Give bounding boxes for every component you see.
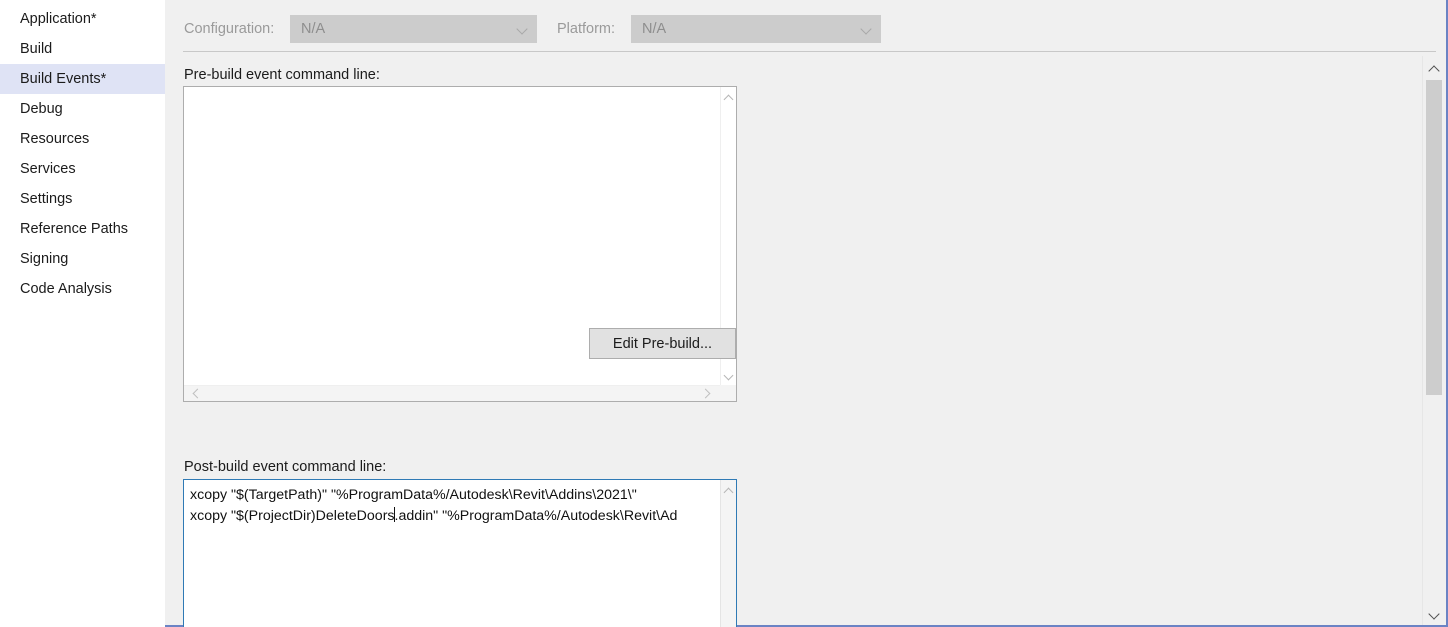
sidebar-item-label: Services xyxy=(20,161,76,177)
sidebar-item-signing[interactable]: Signing xyxy=(0,244,165,274)
page-scroll-up-button[interactable] xyxy=(1423,56,1445,80)
project-properties-window: Application* Build Build Events* Debug R… xyxy=(0,0,1448,627)
sidebar-item-build-events[interactable]: Build Events* xyxy=(0,64,176,94)
sidebar-item-debug[interactable]: Debug xyxy=(0,94,165,124)
chevron-up-icon xyxy=(1430,65,1439,74)
page-scroll-thumb[interactable] xyxy=(1426,80,1442,395)
scroll-left-button[interactable] xyxy=(188,386,204,402)
scroll-down-button[interactable] xyxy=(721,367,737,383)
sidebar-item-label: Signing xyxy=(20,251,69,267)
configuration-value: N/A xyxy=(301,21,326,37)
postbuild-line-1: xcopy "$(TargetPath)" "%ProgramData%/Aut… xyxy=(190,487,637,503)
prebuild-label: Pre-build event command line: xyxy=(184,67,380,83)
sidebar-item-label: Debug xyxy=(20,101,63,117)
sidebar-item-label: Build xyxy=(20,41,53,57)
sidebar-item-application[interactable]: Application* xyxy=(0,4,165,34)
postbuild-textarea[interactable]: xcopy "$(TargetPath)" "%ProgramData%/Aut… xyxy=(183,479,737,627)
build-events-panel: Configuration: N/A Platform: N/A Pre-bui… xyxy=(165,0,1446,627)
sidebar-item-resources[interactable]: Resources xyxy=(0,124,165,154)
chevron-down-icon xyxy=(518,25,527,34)
postbuild-line-2-after-caret: .addin" "%ProgramData%/Autodesk\Revit\Ad xyxy=(394,507,678,524)
scroll-right-button[interactable] xyxy=(698,386,714,402)
scrollbar-corner xyxy=(720,385,736,401)
chevron-right-icon xyxy=(703,390,710,397)
postbuild-line-2-before-caret: xcopy "$(ProjectDir)DeleteDoors xyxy=(190,507,395,524)
chevron-down-icon xyxy=(725,372,732,379)
configuration-label: Configuration: xyxy=(184,21,275,37)
chevron-down-icon xyxy=(862,25,871,34)
sidebar-item-services[interactable]: Services xyxy=(0,154,165,184)
platform-select[interactable]: N/A xyxy=(631,15,881,43)
platform-value: N/A xyxy=(642,21,667,37)
scroll-up-button[interactable] xyxy=(721,89,737,105)
prebuild-horizontal-scrollbar[interactable] xyxy=(184,385,720,401)
platform-label: Platform: xyxy=(557,21,616,37)
edit-prebuild-button[interactable]: Edit Pre-build... xyxy=(589,328,736,359)
toolbar-separator xyxy=(183,51,1436,52)
configuration-toolbar: Configuration: N/A Platform: N/A xyxy=(165,0,1446,52)
postbuild-vertical-scrollbar[interactable] xyxy=(720,480,736,627)
scroll-up-button[interactable] xyxy=(721,482,737,498)
configuration-select[interactable]: N/A xyxy=(290,15,537,43)
sidebar-item-build[interactable]: Build xyxy=(0,34,165,64)
sidebar-item-label: Reference Paths xyxy=(20,221,129,237)
sidebar-item-label: Code Analysis xyxy=(20,281,112,297)
chevron-left-icon xyxy=(193,390,200,397)
sidebar-item-label: Build Events* xyxy=(20,71,107,87)
sidebar-item-code-analysis[interactable]: Code Analysis xyxy=(0,274,165,304)
chevron-down-icon xyxy=(1430,610,1439,619)
postbuild-text[interactable]: xcopy "$(TargetPath)" "%ProgramData%/Aut… xyxy=(190,485,718,526)
sidebar-item-reference-paths[interactable]: Reference Paths xyxy=(0,214,165,244)
properties-sidebar: Application* Build Build Events* Debug R… xyxy=(0,0,176,627)
chevron-up-icon xyxy=(725,487,732,494)
postbuild-label: Post-build event command line: xyxy=(184,459,387,475)
page-scroll-down-button[interactable] xyxy=(1423,601,1445,625)
sidebar-item-label: Resources xyxy=(20,131,90,147)
sidebar-item-settings[interactable]: Settings xyxy=(0,184,165,214)
sidebar-item-label: Application* xyxy=(20,11,97,27)
chevron-up-icon xyxy=(725,94,732,101)
sidebar-item-label: Settings xyxy=(20,191,73,207)
panel-vertical-scrollbar[interactable] xyxy=(1422,56,1444,625)
